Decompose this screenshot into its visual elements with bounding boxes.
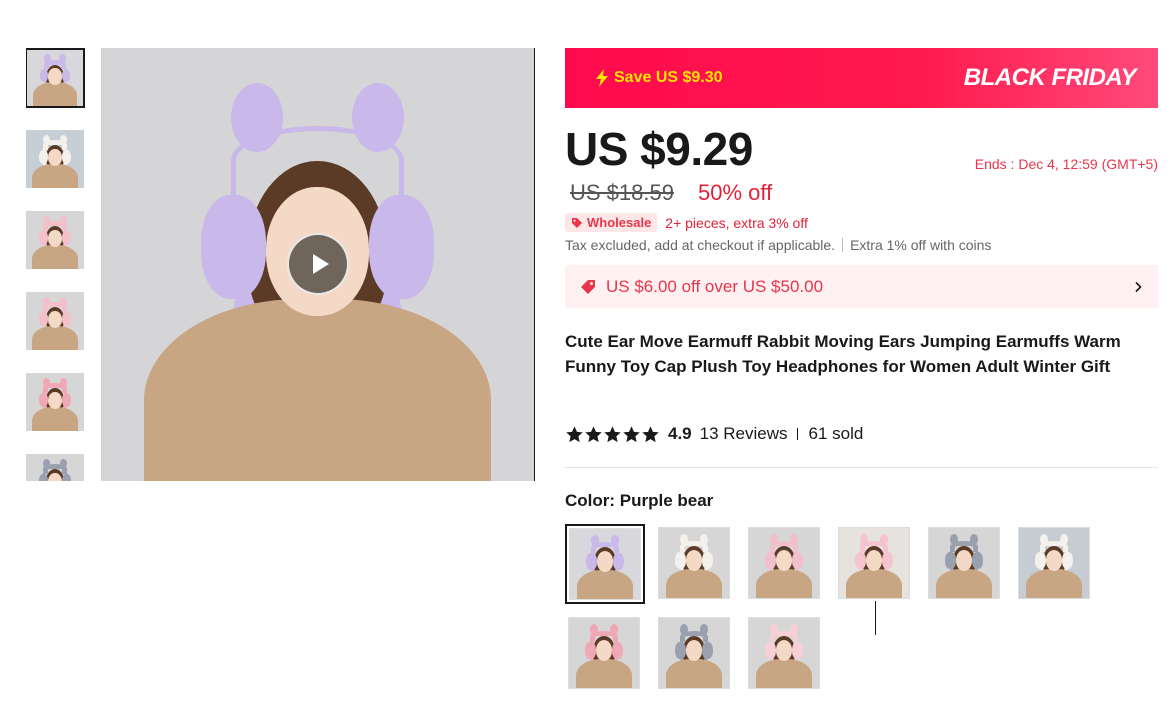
thumbnail-image [26, 454, 84, 481]
coupon-tag-icon [581, 279, 595, 294]
discount-percent: 50% off [698, 180, 773, 205]
thumbnail-image [26, 373, 84, 431]
star-icon [623, 425, 640, 442]
black-friday-banner: Save US $9.30 BLACK FRIDAY [565, 48, 1158, 108]
tax-info: Tax excluded, add at checkout if applica… [565, 237, 991, 253]
color-swatch[interactable] [568, 617, 640, 689]
gallery-thumbnail[interactable] [26, 48, 85, 108]
thumbnail-image [26, 130, 84, 188]
swatch-image [659, 618, 729, 688]
gallery-thumbnail[interactable] [26, 373, 84, 431]
star-rating [565, 425, 660, 444]
thumbnail-image [26, 211, 84, 269]
swatch-image [659, 528, 729, 598]
thumbnail-list [26, 48, 86, 481]
thumbnail-image [27, 50, 83, 106]
star-icon [642, 425, 659, 442]
color-swatch[interactable] [748, 617, 820, 689]
thumbnail-image [26, 292, 84, 350]
current-price: US $9.29 [565, 123, 753, 175]
play-icon [312, 254, 329, 274]
original-price: US $18.59 [570, 180, 674, 205]
color-swatch[interactable] [1018, 527, 1090, 599]
store-coupon[interactable]: US $6.00 off over US $50.00 [565, 265, 1158, 308]
swatch-image [1019, 528, 1089, 598]
wholesale-row: Wholesale 2+ pieces, extra 3% off [565, 213, 808, 232]
gallery-thumbnail[interactable] [26, 130, 84, 188]
product-title: Cute Ear Move Earmuff Rabbit Moving Ears… [565, 332, 1121, 376]
gallery-thumbnail[interactable] [26, 454, 84, 481]
save-text: Save US $9.30 [614, 69, 723, 86]
swatch-image [929, 528, 999, 598]
wholesale-text: 2+ pieces, extra 3% off [665, 214, 808, 231]
coins-text: Extra 1% off with coins [850, 237, 992, 253]
reviews-link[interactable]: 13 Reviews [700, 424, 788, 444]
color-swatch[interactable] [748, 527, 820, 599]
color-swatch[interactable] [658, 617, 730, 689]
color-label: Color: Purple bear [565, 491, 714, 510]
image-divider [534, 48, 535, 481]
tax-text: Tax excluded, add at checkout if applica… [565, 237, 836, 253]
coupon-text: US $6.00 off over US $50.00 [606, 276, 824, 296]
tax-separator [842, 238, 844, 252]
color-swatch[interactable] [658, 527, 730, 599]
main-product-image[interactable] [101, 48, 535, 481]
save-amount: Save US $9.30 [595, 69, 723, 87]
gallery-thumbnail[interactable] [26, 211, 84, 269]
section-divider [565, 467, 1158, 468]
sold-count: 61 sold [808, 424, 864, 443]
gallery-thumbnail[interactable] [26, 292, 84, 350]
lightning-icon [596, 69, 608, 87]
star-icon [585, 425, 602, 442]
star-icon [566, 425, 583, 442]
rating-separator [796, 428, 798, 440]
tooltip-pointer-line [875, 601, 876, 635]
swatch-image [749, 528, 819, 598]
star-icon [604, 425, 621, 442]
swatch-image [839, 528, 909, 598]
tag-icon [572, 217, 582, 228]
swatch-image [570, 529, 640, 599]
black-friday-label: BLACK FRIDAY [963, 64, 1137, 91]
swatch-image [749, 618, 819, 688]
color-swatch[interactable] [838, 527, 910, 599]
sale-ends-timer: Ends : Dec 4, 12:59 (GMT+5) [974, 156, 1158, 172]
color-swatch[interactable] [565, 524, 645, 604]
color-swatch[interactable] [928, 527, 1000, 599]
wholesale-badge-label: Wholesale [587, 215, 652, 230]
wholesale-badge: Wholesale [565, 213, 658, 232]
rating-value: 4.9 [668, 424, 692, 443]
chevron-right-icon [1135, 281, 1142, 292]
play-video-button[interactable] [287, 233, 349, 295]
rating-row: 4.9 13 Reviews 61 sold [565, 424, 863, 444]
swatch-image [569, 618, 639, 688]
